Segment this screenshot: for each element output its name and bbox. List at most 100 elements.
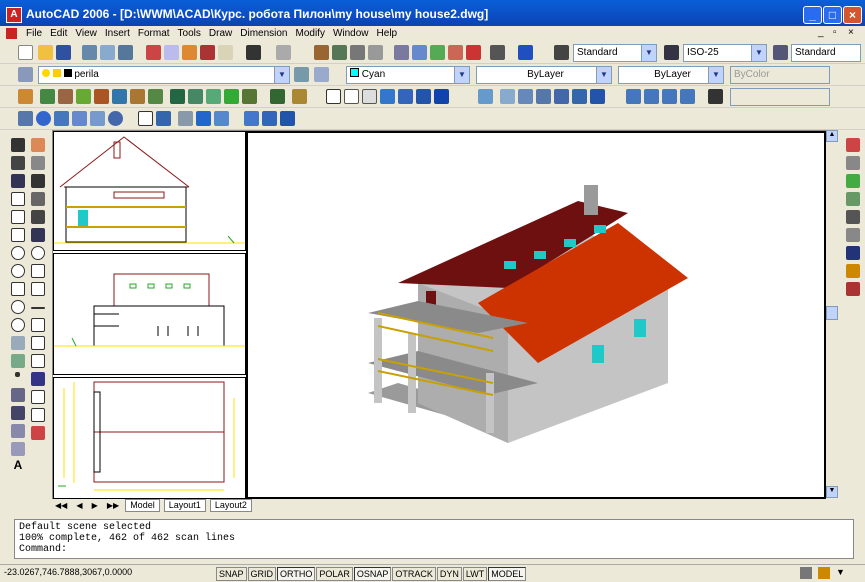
layer-manager-icon[interactable] [18,67,33,82]
menu-window[interactable]: Window [329,27,373,41]
named-views-icon[interactable] [478,89,493,104]
move-icon[interactable] [31,228,45,242]
spline-icon[interactable] [11,282,25,296]
status-toggle-otrack[interactable]: OTRACK [392,567,436,581]
insert-block-icon[interactable] [11,336,25,350]
revolve-icon[interactable] [156,111,171,126]
slice-icon[interactable] [178,111,193,126]
plot-icon[interactable] [82,45,97,60]
3d-orbit-icon[interactable] [846,156,860,170]
break-at-point-icon[interactable] [31,336,45,350]
plot-preview-icon[interactable] [100,45,115,60]
tab-first-button[interactable]: ◀◀ [52,501,70,510]
menu-file[interactable]: File [22,27,46,41]
block-editor-icon[interactable] [218,45,233,60]
copy-object-icon[interactable] [31,156,45,170]
zoom-realtime-icon[interactable] [332,45,347,60]
interfere-icon[interactable] [214,111,229,126]
wedge-icon[interactable] [90,111,105,126]
construction-line-icon[interactable] [11,156,25,170]
offset-icon[interactable] [31,192,45,206]
line-icon[interactable] [11,138,25,152]
scenes-icon[interactable] [58,89,73,104]
rotate-icon[interactable] [31,246,45,260]
setup-profile-icon[interactable] [280,111,295,126]
top-view-icon[interactable] [500,89,515,104]
doc-minimize-button[interactable]: _ [818,27,824,38]
multiline-text-icon[interactable]: A [11,458,25,472]
render-preferences-icon[interactable] [242,89,257,104]
section-icon[interactable] [196,111,211,126]
menu-help[interactable]: Help [373,27,402,41]
cone-icon[interactable] [72,111,87,126]
help-icon[interactable] [518,45,533,60]
fillet-icon[interactable] [31,408,45,422]
doc-restore-button[interactable]: ▫ [833,27,837,38]
scroll-down-button[interactable]: ▼ [826,486,838,498]
trim-icon[interactable] [31,307,45,309]
tab-last-button[interactable]: ▶▶ [104,501,122,510]
menu-dimension[interactable]: Dimension [236,27,291,41]
cut-icon[interactable] [146,45,161,60]
se-iso-icon[interactable] [644,89,659,104]
table-icon[interactable] [11,442,25,456]
flat-edges-icon[interactable] [416,89,431,104]
cylinder-icon[interactable] [54,111,69,126]
torus-icon[interactable] [108,111,123,126]
tab-model[interactable]: Model [125,499,160,512]
properties-icon[interactable] [394,45,409,60]
menu-modify[interactable]: Modify [292,27,329,41]
document-icon[interactable] [6,28,17,39]
minimize-button[interactable]: _ [803,6,822,24]
arc-icon[interactable] [11,228,25,242]
chevron-down-icon[interactable]: ▼ [708,67,723,83]
lineweight-select[interactable]: ByLayer ▼ [618,66,724,84]
circle-icon[interactable] [11,246,25,260]
setup-drawing-icon[interactable] [244,111,259,126]
mirror-icon[interactable] [31,174,45,188]
saveimg-icon[interactable] [292,89,307,104]
chevron-down-icon[interactable]: ▼ [641,45,656,61]
camera-icon[interactable] [708,89,723,104]
menu-draw[interactable]: Draw [205,27,236,41]
command-prompt[interactable]: Command: [19,544,849,555]
status-toggle-dyn[interactable]: DYN [436,567,462,581]
new-icon[interactable] [18,45,33,60]
color-select[interactable]: Cyan ▼ [346,66,470,84]
tab-prev-button[interactable]: ◀ [73,501,85,510]
setup-view-icon[interactable] [262,111,277,126]
close-button[interactable]: × [843,6,862,24]
point-icon[interactable] [15,372,20,377]
command-window[interactable]: Default scene selected 100% complete, 46… [14,519,854,559]
lights-icon[interactable] [76,89,91,104]
flat-shaded-icon[interactable] [380,89,395,104]
viewport-3d-render[interactable] [246,131,826,499]
background-icon[interactable] [148,89,163,104]
scroll-up-button[interactable]: ▲ [826,130,838,142]
linetype-select[interactable]: ByLayer ▼ [476,66,612,84]
drawing-area[interactable] [52,130,837,500]
table-style-select[interactable]: Standard [791,44,861,62]
extrude-icon[interactable] [138,111,153,126]
lock-icon[interactable] [818,567,830,579]
zoom-window-icon[interactable] [350,45,365,60]
render-tool-icon[interactable] [846,138,860,152]
maximize-button[interactable]: □ [823,6,842,24]
render-icon[interactable] [40,89,55,104]
nw-iso-icon[interactable] [680,89,695,104]
mapping-icon[interactable] [130,89,145,104]
chamfer-icon[interactable] [31,390,45,404]
right-view-icon[interactable] [554,89,569,104]
polyline-icon[interactable] [11,174,25,188]
publish-icon[interactable] [118,45,133,60]
materials-library-icon[interactable] [112,89,127,104]
menu-format[interactable]: Format [134,27,174,41]
layer-select[interactable]: perila ▼ [38,66,290,84]
array-icon[interactable] [31,210,45,224]
menu-view[interactable]: View [71,27,101,41]
menu-insert[interactable]: Insert [101,27,134,41]
menu-tools[interactable]: Tools [174,27,205,41]
gouraud-shaded-icon[interactable] [398,89,413,104]
tab-next-button[interactable]: ▶ [89,501,101,510]
status-toggle-osnap[interactable]: OSNAP [353,567,392,581]
